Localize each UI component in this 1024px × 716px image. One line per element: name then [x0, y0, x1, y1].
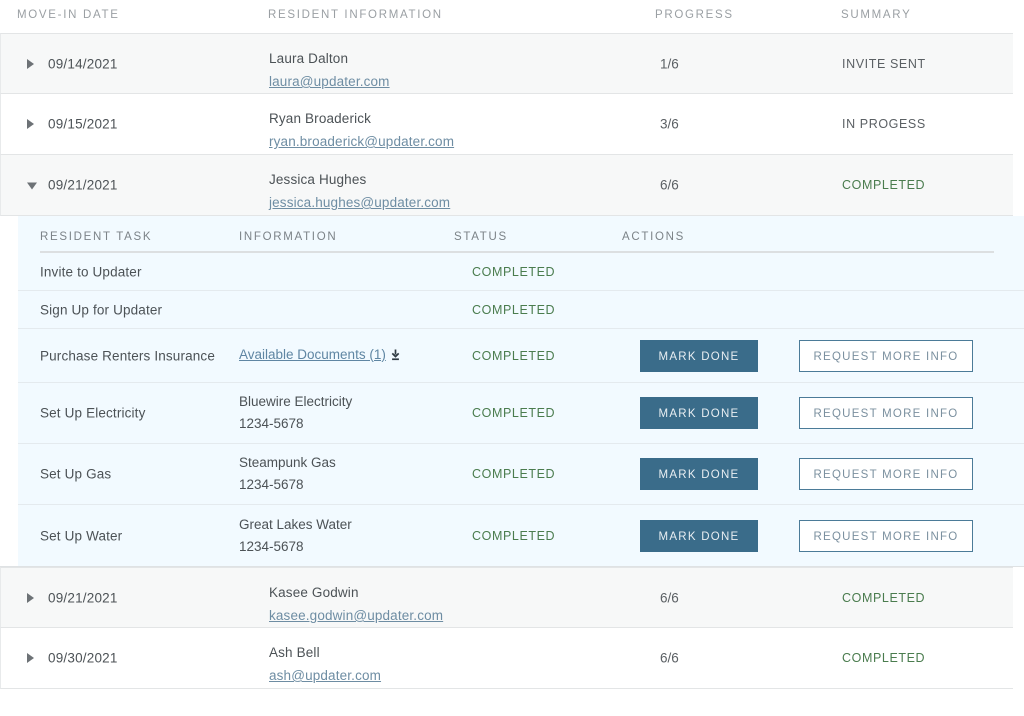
- table-row[interactable]: 09/14/2021 Laura Dalton laura@updater.co…: [0, 33, 1013, 94]
- resident-information: Ryan Broaderick ryan.broaderick@updater.…: [269, 107, 454, 153]
- account-number: 1234-5678: [239, 477, 304, 492]
- provider-name: Great Lakes Water: [239, 516, 352, 532]
- resident-email-link[interactable]: jessica.hughes@updater.com: [269, 191, 450, 214]
- task-name: Set Up Water: [40, 528, 123, 543]
- status-badge: COMPLETED: [842, 590, 926, 605]
- task-status: COMPLETED: [472, 528, 556, 543]
- resident-name: Ryan Broaderick: [269, 111, 372, 126]
- resident-task-panel: RESIDENT TASK INFORMATION STATUS ACTIONS…: [0, 216, 1024, 567]
- progress-value: 6/6: [660, 590, 679, 605]
- task-name: Purchase Renters Insurance: [40, 348, 215, 363]
- task-information: Great Lakes Water 1234-5678: [239, 514, 352, 558]
- move-in-date: 09/21/2021: [48, 590, 118, 605]
- status-badge: INVITE SENT: [842, 56, 926, 71]
- task-actions: MARK DONE REQUEST MORE INFO: [640, 397, 973, 429]
- table-header-row: MOVE-IN DATE RESIDENT INFORMATION PROGRE…: [0, 0, 1024, 33]
- column-header-resident-information: RESIDENT INFORMATION: [268, 9, 443, 21]
- column-header-resident-task: RESIDENT TASK: [40, 231, 153, 243]
- task-information: Available Documents (1): [239, 344, 401, 368]
- move-in-date: 09/14/2021: [48, 56, 118, 71]
- mark-done-button[interactable]: MARK DONE: [640, 397, 758, 429]
- task-status: COMPLETED: [472, 406, 556, 420]
- move-in-date: 09/30/2021: [48, 650, 118, 666]
- account-number: 1234-5678: [239, 538, 304, 554]
- task-name: Set Up Electricity: [40, 405, 146, 421]
- resident-name: Jessica Hughes: [269, 172, 367, 187]
- progress-value: 6/6: [660, 177, 679, 193]
- provider-name: Steampunk Gas: [239, 455, 336, 470]
- task-row: Sign Up for Updater COMPLETED: [18, 291, 1024, 329]
- mark-done-button[interactable]: MARK DONE: [640, 519, 758, 552]
- triangle-right-icon[interactable]: [27, 653, 34, 663]
- resident-name: Ash Bell: [269, 645, 320, 660]
- resident-email-link[interactable]: ash@updater.com: [269, 664, 381, 687]
- task-status: COMPLETED: [472, 264, 556, 279]
- task-information: Bluewire Electricity 1234-5678: [239, 391, 352, 435]
- task-status: COMPLETED: [472, 348, 556, 363]
- resident-email-link[interactable]: ryan.broaderick@updater.com: [269, 130, 454, 153]
- triangle-right-icon[interactable]: [27, 592, 34, 603]
- table-row[interactable]: 09/21/2021 Jessica Hughes jessica.hughes…: [0, 155, 1013, 216]
- status-badge: IN PROGESS: [842, 117, 926, 131]
- task-row: Set Up Electricity Bluewire Electricity …: [18, 383, 1024, 444]
- request-more-info-button[interactable]: REQUEST MORE INFO: [799, 519, 973, 552]
- column-header-status: STATUS: [454, 231, 508, 243]
- request-more-info-button[interactable]: REQUEST MORE INFO: [799, 397, 973, 429]
- task-name: Invite to Updater: [40, 264, 142, 279]
- task-actions: MARK DONE REQUEST MORE INFO: [640, 458, 973, 490]
- download-icon[interactable]: [390, 346, 401, 368]
- account-number: 1234-5678: [239, 416, 304, 431]
- available-documents-link[interactable]: Available Documents (1): [239, 347, 386, 362]
- task-row: Set Up Water Great Lakes Water 1234-5678…: [18, 505, 1024, 566]
- task-actions: MARK DONE REQUEST MORE INFO: [640, 519, 973, 552]
- table-row[interactable]: 09/15/2021 Ryan Broaderick ryan.broaderi…: [0, 94, 1013, 155]
- resident-information: Ash Bell ash@updater.com: [269, 641, 381, 687]
- resident-move-in-table: MOVE-IN DATE RESIDENT INFORMATION PROGRE…: [0, 0, 1024, 716]
- resident-name: Laura Dalton: [269, 51, 349, 66]
- column-header-information: INFORMATION: [239, 231, 338, 243]
- resident-information: Jessica Hughes jessica.hughes@updater.co…: [269, 168, 450, 214]
- task-name: Sign Up for Updater: [40, 302, 163, 317]
- status-badge: COMPLETED: [842, 178, 926, 192]
- column-header-progress: PROGRESS: [655, 9, 734, 21]
- task-status: COMPLETED: [472, 467, 556, 481]
- resident-information: Laura Dalton laura@updater.com: [269, 47, 390, 93]
- resident-name: Kasee Godwin: [269, 585, 359, 600]
- provider-name: Bluewire Electricity: [239, 394, 353, 409]
- request-more-info-button[interactable]: REQUEST MORE INFO: [799, 458, 973, 490]
- request-more-info-button[interactable]: REQUEST MORE INFO: [799, 339, 973, 372]
- table-row[interactable]: 09/21/2021 Kasee Godwin kasee.godwin@upd…: [0, 567, 1013, 628]
- move-in-date: 09/21/2021: [48, 177, 118, 193]
- task-row: Set Up Gas Steampunk Gas 1234-5678 COMPL…: [18, 444, 1024, 505]
- column-header-actions: ACTIONS: [622, 231, 686, 243]
- status-badge: COMPLETED: [842, 651, 926, 665]
- progress-value: 3/6: [660, 116, 679, 132]
- mark-done-button[interactable]: MARK DONE: [640, 339, 758, 372]
- subtable-header-row: RESIDENT TASK INFORMATION STATUS ACTIONS: [18, 216, 1024, 253]
- task-status: COMPLETED: [472, 302, 556, 317]
- task-information: Steampunk Gas 1234-5678: [239, 452, 336, 496]
- progress-value: 6/6: [660, 650, 679, 666]
- table-row[interactable]: 09/30/2021 Ash Bell ash@updater.com 6/6 …: [0, 628, 1013, 689]
- progress-value: 1/6: [660, 56, 679, 71]
- triangle-right-icon[interactable]: [27, 119, 34, 129]
- column-header-move-in-date: MOVE-IN DATE: [17, 9, 120, 21]
- task-row: Purchase Renters Insurance Available Doc…: [18, 329, 1024, 383]
- task-name: Set Up Gas: [40, 466, 112, 482]
- mark-done-button[interactable]: MARK DONE: [640, 458, 758, 490]
- task-actions: MARK DONE REQUEST MORE INFO: [640, 339, 973, 372]
- resident-email-link[interactable]: laura@updater.com: [269, 70, 390, 93]
- move-in-date: 09/15/2021: [48, 116, 118, 132]
- task-row: Invite to Updater COMPLETED: [18, 253, 1024, 291]
- triangle-right-icon[interactable]: [27, 58, 34, 69]
- resident-email-link[interactable]: kasee.godwin@updater.com: [269, 604, 443, 627]
- triangle-down-icon[interactable]: [27, 182, 37, 190]
- resident-information: Kasee Godwin kasee.godwin@updater.com: [269, 581, 443, 627]
- column-header-summary: SUMMARY: [841, 9, 912, 21]
